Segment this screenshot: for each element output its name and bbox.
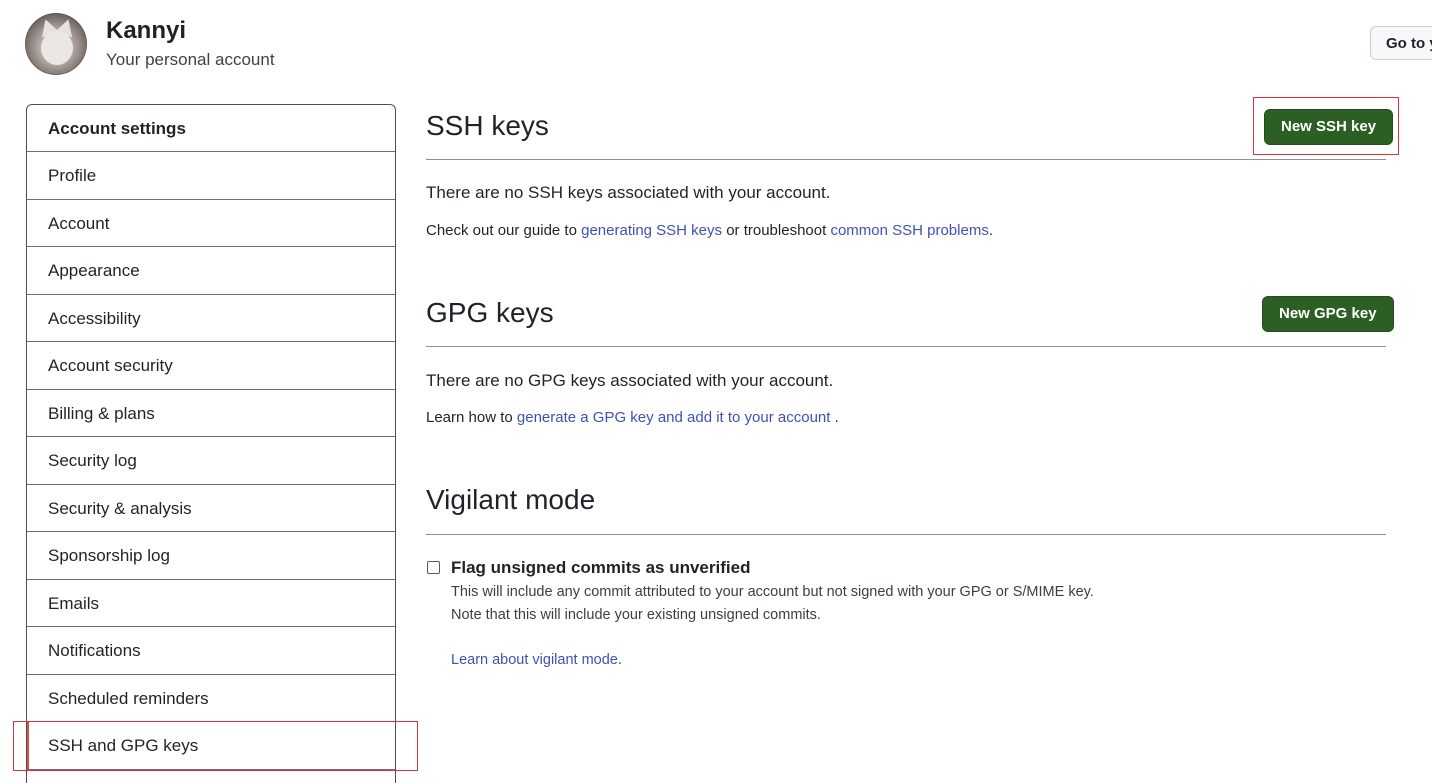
sidebar-item-billing[interactable]: Billing & plans (27, 390, 395, 437)
sidebar-item-account-security[interactable]: Account security (27, 342, 395, 390)
settings-sidebar: Account settings Profile Account Appeara… (26, 104, 396, 783)
ssh-guide-middle: or troubleshoot (722, 222, 831, 239)
ssh-guide-prefix: Check out our guide to (426, 222, 582, 239)
avatar[interactable] (25, 13, 87, 75)
sidebar-title: Account settings (27, 105, 395, 152)
sidebar-item-scheduled-reminders[interactable]: Scheduled reminders (27, 675, 395, 722)
sidebar-item-appearance[interactable]: Appearance (27, 247, 395, 295)
vigilant-learn-suffix: . (617, 652, 622, 668)
flag-unsigned-commits-checkbox[interactable] (427, 561, 440, 574)
sidebar-item-emails[interactable]: Emails (27, 580, 395, 627)
ssh-divider (426, 159, 1386, 160)
sidebar-item-ssh-gpg-keys[interactable]: SSH and GPG keys (27, 722, 395, 770)
gpg-divider (426, 346, 1386, 347)
ssh-guide-text: Check out our guide to generating SSH ke… (426, 222, 993, 239)
sidebar-item-profile[interactable]: Profile (27, 152, 395, 200)
sidebar-item-accessibility[interactable]: Accessibility (27, 295, 395, 342)
vigilant-note-line1: This will include any commit attributed … (451, 584, 1094, 600)
gpg-empty-text: There are no GPG keys associated with yo… (426, 371, 834, 390)
vigilant-divider (426, 534, 1386, 535)
learn-vigilant-mode-link[interactable]: Learn about vigilant mode (451, 652, 618, 668)
new-gpg-key-button[interactable]: New GPG key (1262, 296, 1394, 332)
new-ssh-key-button[interactable]: New SSH key (1264, 109, 1394, 145)
gpg-learn-text: Learn how to generate a GPG key and add … (426, 409, 839, 426)
sidebar-item-security-analysis[interactable]: Security & analysis (27, 485, 395, 532)
sidebar-item-sponsorship-log[interactable]: Sponsorship log (27, 532, 395, 580)
vigilant-learn-text: Learn about vigilant mode. (451, 652, 622, 668)
vigilant-note-line2: Note that this will include your existin… (451, 607, 821, 623)
flag-unsigned-commits-label[interactable]: Flag unsigned commits as unverified (451, 558, 750, 578)
ssh-empty-text: There are no SSH keys associated with yo… (426, 183, 831, 202)
sidebar-item-account[interactable]: Account (27, 200, 395, 247)
gpg-learn-prefix: Learn how to (426, 409, 517, 426)
generate-gpg-key-link[interactable]: generate a GPG key and add it to your ac… (517, 409, 831, 426)
user-subtitle: Your personal account (106, 50, 275, 69)
ssh-keys-title: SSH keys (426, 110, 549, 141)
vigilant-mode-title: Vigilant mode (426, 484, 596, 515)
sidebar-item-security-log[interactable]: Security log (27, 437, 395, 485)
settings-page: Kannyi Your personal account Go to y Acc… (0, 0, 1432, 783)
user-name: Kannyi (106, 17, 187, 44)
gpg-learn-suffix: . (830, 409, 839, 426)
go-to-profile-button[interactable]: Go to y (1370, 26, 1432, 60)
avatar-face (41, 31, 73, 65)
sidebar-item-notifications[interactable]: Notifications (27, 627, 395, 675)
gpg-keys-title: GPG keys (426, 297, 554, 328)
ssh-guide-suffix: . (988, 222, 993, 239)
common-ssh-problems-link[interactable]: common SSH problems (830, 222, 988, 239)
generating-ssh-keys-link[interactable]: generating SSH keys (581, 222, 722, 239)
